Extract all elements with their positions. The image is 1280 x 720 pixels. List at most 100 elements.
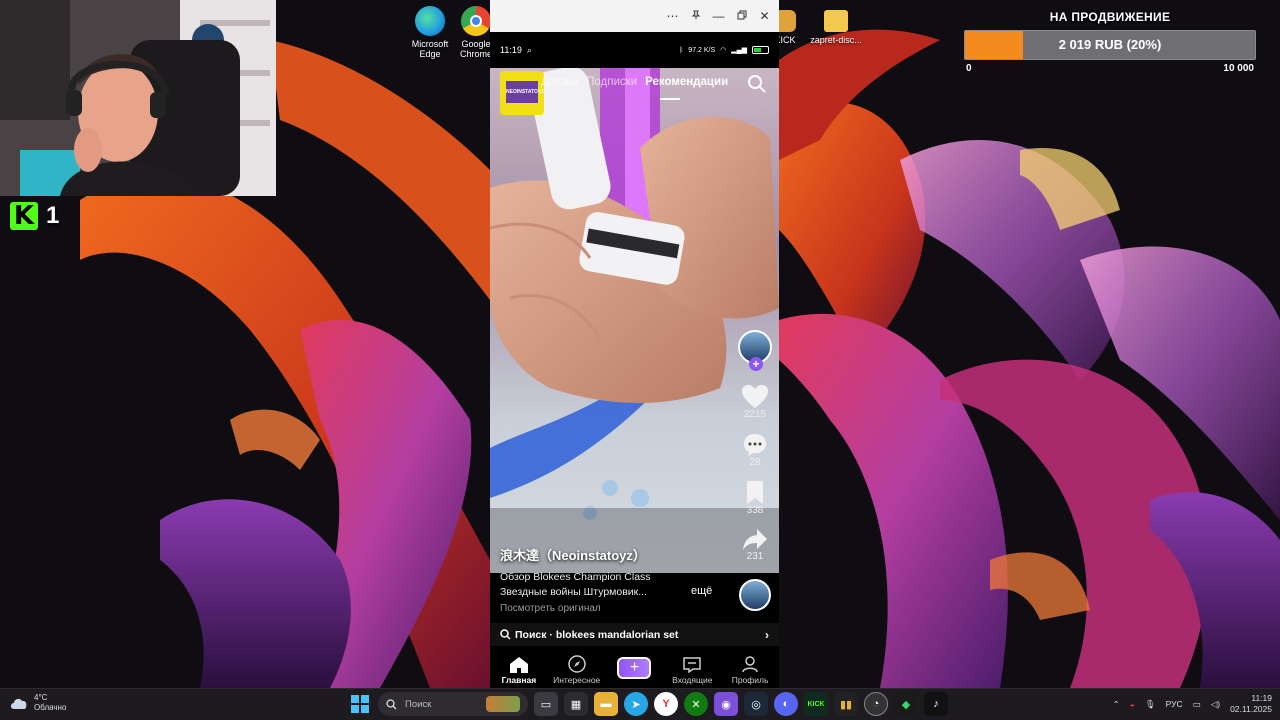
language-indicator[interactable]: РУС	[1166, 699, 1183, 709]
bookmark-icon	[747, 481, 763, 504]
donation-goal-widget: НА ПРОДВИЖЕНИЕ 2 019 RUB (20%) 0 10 000	[964, 10, 1256, 74]
steam-icon[interactable]: ◎	[744, 692, 768, 716]
comment-icon	[744, 434, 766, 456]
edge-icon	[415, 6, 445, 36]
lock-app-icon[interactable]: ▮▮	[834, 692, 858, 716]
obs-icon[interactable]: ◔	[864, 692, 888, 716]
comment-count: 28	[749, 457, 761, 468]
volume-icon[interactable]: ◁)	[1211, 699, 1220, 710]
caption-more-link[interactable]: ещё	[691, 585, 712, 597]
active-tab-indicator	[660, 98, 680, 100]
compass-icon	[567, 655, 586, 673]
follow-plus-icon[interactable]: +	[749, 357, 763, 371]
taskbar-time: 11:19	[1251, 693, 1272, 703]
desktop-icon-label: Microsoft Edge	[411, 39, 449, 59]
signal-icon: ▂▄▆	[731, 47, 747, 54]
nav-home[interactable]: Главная	[491, 657, 547, 685]
phone-mirror-window: ⋯ — ✕ 11:19 ⌕ ᛒ 97.2 K/S ◠ ▂▄▆ NEOINSTAT…	[490, 0, 779, 688]
tiktok-icon[interactable]: ♪	[924, 692, 948, 716]
tab-recommended[interactable]: Рекомендации	[645, 76, 728, 88]
network-icon[interactable]: ▭	[1193, 699, 1201, 710]
bluetooth-icon: ᛒ	[679, 46, 684, 54]
chrome-icon	[461, 6, 491, 36]
video-caption: Обзор Blokees Champion Class Звездные во…	[490, 571, 779, 619]
taskbar-search-placeholder: Поиск	[405, 698, 432, 710]
nav-profile[interactable]: Профиль	[722, 656, 778, 685]
donation-max-label: 10 000	[1223, 63, 1254, 74]
weather-widget[interactable]: 4°C Облачно	[10, 693, 66, 713]
more-options-icon[interactable]: ⋯	[662, 4, 683, 28]
desktop-icon-edge[interactable]: Microsoft Edge	[400, 6, 460, 59]
nav-discover[interactable]: Интересное	[549, 655, 605, 685]
cloud-icon	[11, 698, 27, 709]
sound-avatar[interactable]	[739, 579, 771, 611]
telegram-icon[interactable]: ➤	[624, 692, 648, 716]
share-arrow-icon	[743, 529, 767, 550]
xbox-icon[interactable]: ✕	[684, 692, 708, 716]
explorer-icon[interactable]: ▬	[594, 692, 618, 716]
save-count: 338	[746, 505, 764, 516]
search-icon	[500, 629, 511, 640]
wifi-icon: ◠	[720, 47, 727, 54]
store-icon[interactable]: ▦	[564, 692, 588, 716]
like-count: 2215	[743, 409, 767, 420]
close-icon[interactable]: ✕	[754, 4, 775, 28]
author-avatar-button[interactable]: +	[736, 330, 774, 371]
home-icon	[509, 657, 528, 673]
caption-line-2: Звездные войны Штурмовик...	[500, 586, 648, 598]
kick-app-icon[interactable]: KICK	[804, 692, 828, 716]
microphone-icon[interactable]: 🎙︎	[1145, 699, 1156, 710]
search-icon	[386, 698, 397, 709]
taskbar-apps: Поиск ▭ ▦ ▬ ➤ Y ✕ ◉ ◎ ◐ KICK ▮▮ ◔ ◆ ♪	[348, 692, 948, 716]
tray-overflow-chevron-icon[interactable]: ⌃	[1113, 699, 1120, 710]
donation-progress-bar: 2 019 RUB (20%)	[964, 30, 1256, 60]
taskbar-date: 02.11.2025	[1230, 704, 1272, 714]
phone-status-bar: 11:19 ⌕ ᛒ 97.2 K/S ◠ ▂▄▆	[490, 32, 779, 68]
nav-create[interactable]: +	[606, 657, 662, 685]
bottom-navigation: Главная Интересное + Входящие Профиль	[490, 650, 779, 688]
taskbar-clock[interactable]: 11:19 02.11.2025	[1230, 693, 1272, 715]
weather-temp: 4°C	[34, 693, 48, 702]
taskbar-search-box[interactable]: Поиск	[378, 692, 528, 716]
tab-friends[interactable]: Друзья	[541, 76, 578, 88]
comment-button[interactable]: 28	[736, 433, 774, 468]
discord-icon[interactable]: ◐	[774, 692, 798, 716]
desktop-icon-zapret[interactable]: zapret-disc...	[806, 6, 866, 45]
kick-viewer-badge: K 1	[10, 202, 59, 230]
search-suggestion-text: Поиск · blokees mandalorian set	[515, 628, 679, 641]
create-plus-icon: +	[617, 657, 652, 679]
save-button[interactable]: 338	[736, 481, 774, 516]
search-icon[interactable]	[747, 74, 767, 94]
heart-icon	[742, 385, 768, 408]
minimize-icon[interactable]: —	[708, 4, 729, 28]
kick-logo-icon: K	[10, 202, 38, 230]
profile-icon	[742, 656, 758, 673]
phone-link-icon[interactable]: ◉	[714, 692, 738, 716]
maximize-icon[interactable]	[731, 4, 752, 28]
windows-start-icon[interactable]	[348, 692, 372, 716]
view-original-link[interactable]: Посмотреть оригинал	[500, 603, 601, 614]
donation-goal-title: НА ПРОДВИЖЕНИЕ	[1049, 10, 1171, 24]
kick-viewer-count: 1	[46, 202, 60, 229]
task-view-icon[interactable]: ▭	[534, 692, 558, 716]
tab-following[interactable]: Подписки	[586, 76, 637, 88]
battery-icon	[752, 46, 769, 54]
donation-progress-value: 2 019 RUB (20%)	[1058, 37, 1162, 52]
share-button[interactable]: 231	[736, 529, 774, 562]
green-app-icon[interactable]: ◆	[894, 692, 918, 716]
feed-tabs: Друзья Подписки Рекомендации	[490, 76, 779, 88]
phone-clock: 11:19	[500, 45, 522, 55]
streamer-webcam-image	[0, 0, 276, 196]
weather-desc: Облачно	[34, 703, 67, 712]
pin-icon[interactable]	[685, 4, 706, 28]
video-player[interactable]: NEOINSTATOYZ Друзья Подписки Рекомендаци…	[490, 68, 779, 573]
tray-app-icon[interactable]: ◒	[1130, 699, 1135, 709]
nav-inbox[interactable]: Входящие	[664, 657, 720, 685]
desktop-icon-label: zapret-disc...	[810, 35, 862, 45]
like-button[interactable]: 2215	[736, 385, 774, 420]
search-suggestion-bar[interactable]: Поиск · blokees mandalorian set ›	[490, 623, 779, 646]
search-highlight-icon	[486, 696, 520, 712]
nav-discover-label: Интересное	[553, 675, 601, 685]
yandex-browser-icon[interactable]: Y	[654, 692, 678, 716]
video-author-name[interactable]: 浪木達（Neoinstatoyz）	[500, 545, 646, 564]
